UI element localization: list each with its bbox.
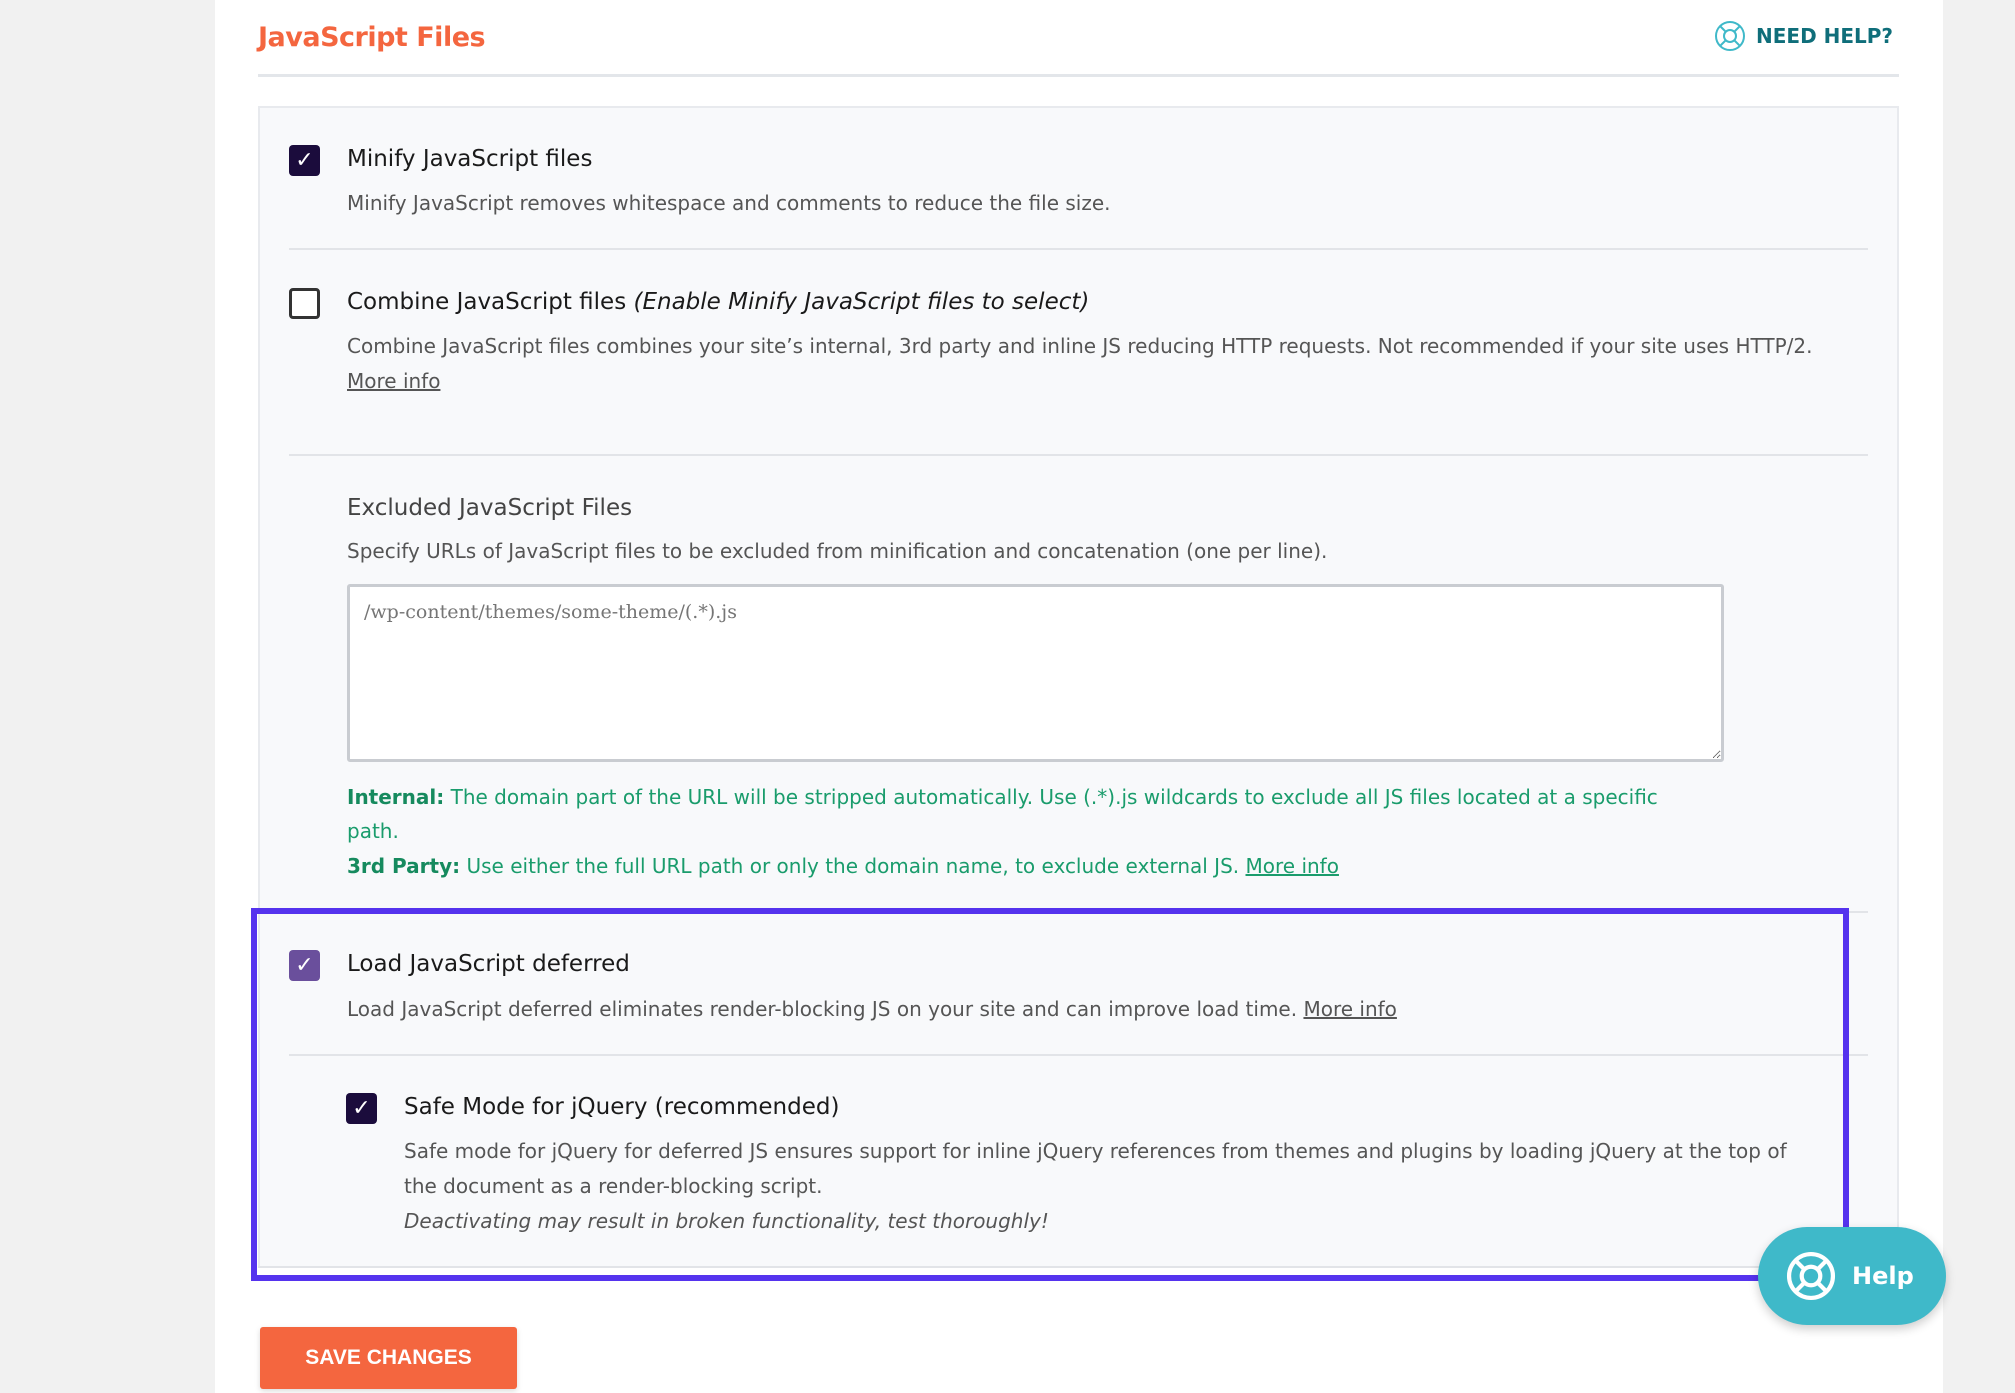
help-bubble-button[interactable]: Help	[1758, 1227, 1946, 1325]
combine-checkbox[interactable]	[289, 288, 320, 319]
divider	[289, 248, 1868, 250]
help-bubble-label: Help	[1852, 1262, 1914, 1290]
minify-desc: Minify JavaScript removes whitespace and…	[347, 191, 1111, 215]
excluded-desc: Specify URLs of JavaScript files to be e…	[347, 539, 1328, 563]
excluded-more-info-link[interactable]: More info	[1246, 854, 1339, 878]
third-party-label: 3rd Party:	[347, 854, 461, 878]
internal-label: Internal:	[347, 785, 445, 809]
combine-more-info-link[interactable]: More info	[347, 369, 440, 393]
combine-desc: Combine JavaScript files combines your s…	[347, 334, 1813, 358]
divider	[289, 454, 1868, 456]
header-divider	[258, 74, 1899, 77]
excluded-js-textarea[interactable]	[347, 584, 1724, 762]
combine-note: (Enable Minify JavaScript files to selec…	[633, 289, 1090, 315]
internal-text: The domain part of the URL will be strip…	[450, 785, 1658, 809]
lifebuoy-icon	[1715, 21, 1745, 51]
internal-text-cont: path.	[347, 819, 399, 843]
combine-label: Combine JavaScript files	[347, 289, 627, 315]
highlight-box	[251, 908, 1849, 1281]
save-changes-button[interactable]: SAVE CHANGES	[260, 1327, 517, 1389]
need-help-link[interactable]: NEED HELP?	[1714, 20, 1893, 52]
page-title: JavaScript Files	[258, 22, 486, 53]
minify-label: Minify JavaScript files	[347, 146, 593, 172]
minify-checkbox[interactable]: ✓	[289, 145, 320, 176]
third-party-text: Use either the full URL path or only the…	[466, 854, 1240, 878]
lifebuoy-icon	[1786, 1251, 1836, 1301]
excluded-heading: Excluded JavaScript Files	[347, 495, 633, 521]
need-help-label: NEED HELP?	[1756, 24, 1894, 48]
